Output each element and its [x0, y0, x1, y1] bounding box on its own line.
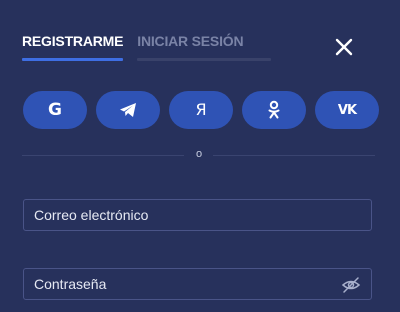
tab-register[interactable]: REGISTRARME: [22, 33, 124, 61]
password-field: [23, 268, 372, 300]
odnoklassniki-login-button[interactable]: [242, 91, 306, 129]
vk-login-button[interactable]: VK: [315, 91, 379, 129]
telegram-login-button[interactable]: [96, 91, 160, 129]
email-field: [23, 199, 372, 231]
password-input[interactable]: [34, 269, 334, 299]
telegram-icon: [120, 103, 136, 117]
email-input[interactable]: [34, 200, 334, 230]
social-login-row: G Я VK: [23, 91, 379, 129]
google-login-button[interactable]: G: [23, 91, 87, 129]
or-divider: o: [22, 148, 375, 160]
auth-tabs: REGISTRARME INICIAR SESIÓN: [22, 33, 272, 61]
divider-line-right: [213, 155, 375, 156]
close-icon[interactable]: [333, 36, 355, 58]
google-icon: G: [48, 99, 62, 120]
vk-icon: VK: [337, 102, 357, 118]
yandex-login-button[interactable]: Я: [169, 91, 233, 129]
tab-login[interactable]: INICIAR SESIÓN: [137, 33, 272, 61]
divider-label: o: [195, 148, 203, 160]
divider-line-left: [22, 155, 184, 156]
odnoklassniki-icon: [268, 100, 280, 119]
eye-slash-icon[interactable]: [341, 275, 361, 295]
yandex-icon: Я: [195, 100, 207, 119]
